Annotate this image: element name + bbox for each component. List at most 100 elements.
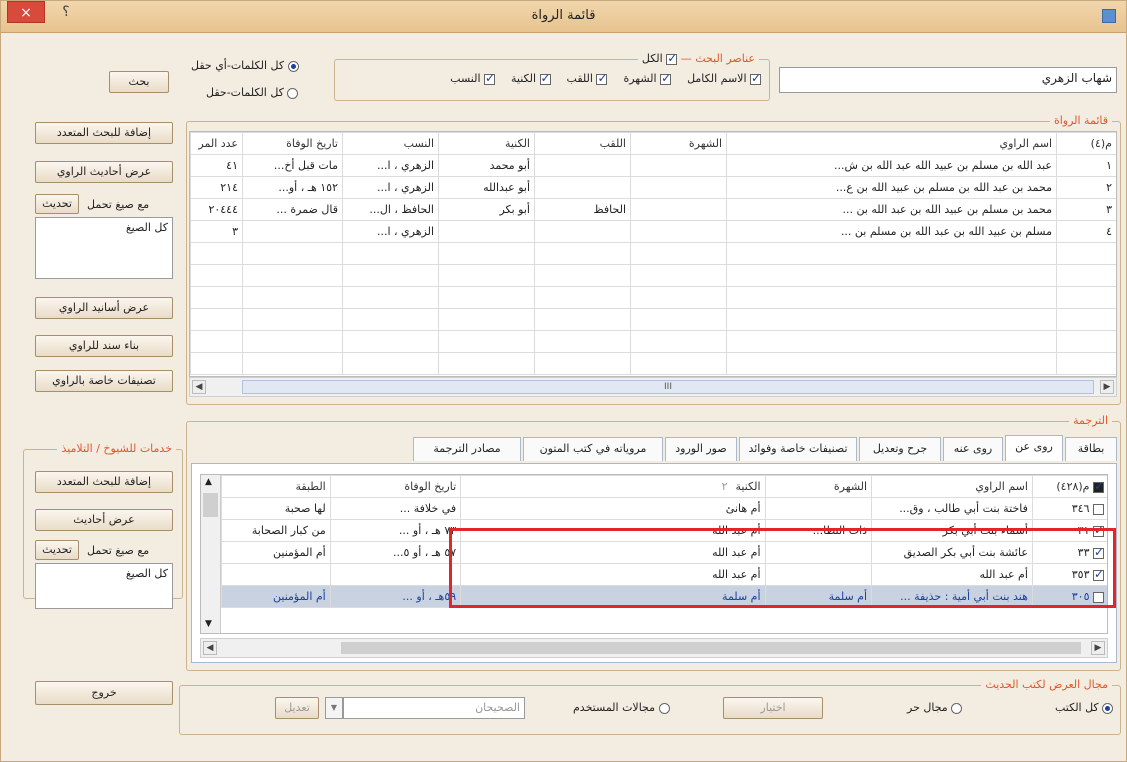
field-checkbox[interactable] [539,71,551,85]
field-option[interactable]: الاسم الكامل [687,71,761,86]
column-header[interactable]: اسم الراوي [871,475,1033,498]
chevron-down-icon[interactable]: ▼ [325,697,343,719]
table-cell [1056,242,1116,265]
search-input[interactable]: شهاب الزهري [779,67,1117,93]
radio-all-books[interactable] [1102,702,1114,714]
table-cell [1056,330,1116,353]
choose-button[interactable]: اختيار [723,697,823,719]
tab-item[interactable]: جرح وتعديل [859,437,941,461]
scroll-up-icon[interactable]: ▲ [205,477,212,487]
field-checkbox[interactable] [484,71,495,85]
column-header[interactable]: الشهرة [630,132,727,155]
table-cell [726,264,1057,287]
field-checkbox[interactable] [660,71,671,85]
user-ranges-option[interactable]: مجالات المستخدم [573,701,670,714]
row-checkbox[interactable] [1093,503,1104,515]
table-row[interactable]: ٢ محمد بن عبد الله بن مسلم بن عبيد الله ب… [190,176,1116,199]
search-button[interactable]: بحث [109,71,169,93]
table-row[interactable]: ٤ مسلم بن عبيد الله بن عبد الله بن مسلم ب… [190,220,1116,243]
add-to-multi-search-button-2[interactable]: إضافة للبحث المتعدد [35,471,173,493]
column-header[interactable]: الكنية ٢ [460,475,766,498]
tr-scroll-thumb[interactable] [341,642,1081,654]
table-row[interactable]: ٣ محمد بن مسلم بن عبيد الله بن عبد الله ب… [190,198,1116,221]
select-all-checkbox[interactable] [1093,479,1104,493]
show-hadith-button[interactable]: عرض أحاديث [35,509,173,531]
field-option[interactable]: النسب [450,71,495,86]
search-elements-group: عناصر البحث — الكل الاسم الكامل الشهرة ا… [334,51,770,101]
radio-mode-field[interactable] [287,87,299,99]
tr-scroll-right-icon[interactable]: ▶ [1091,641,1105,655]
column-header[interactable]: الكنية [438,132,535,155]
mode-field-label: كل الكلمات-حقل [206,86,284,99]
table-cell: ٧٣ هـ ، أو ... [329,519,462,542]
translation-vscroll[interactable]: ▲ ▼ [201,475,221,633]
window-title: قائمة الرواة [531,8,596,23]
column-header[interactable]: النسب [342,132,439,155]
formulas-list[interactable]: كل الصيغ [35,217,173,279]
show-narrator-chains-button[interactable]: عرض أسانيد الراوي [35,297,173,319]
all-checkbox[interactable] [666,51,677,65]
column-header[interactable]: الطبقة [221,475,331,498]
show-narrator-hadith-button[interactable]: عرض أحاديث الراوي [35,161,173,183]
edit-button[interactable]: تعديل [275,697,319,719]
narrators-hscroll[interactable]: ◀ III ▶ [189,377,1117,397]
formula-label-2: مع صيغ تحمل [87,544,150,557]
build-chain-button[interactable]: بناء سند للراوي [35,335,173,357]
column-header[interactable]: عدد المر [190,132,243,155]
table-cell: أم المؤمنين [221,541,331,564]
exit-button[interactable]: خروج [35,681,173,705]
radio-user-ranges[interactable] [658,702,670,714]
field-option[interactable]: الكنية [511,71,551,86]
tab-item[interactable]: تصنيفات خاصة وفوائد [739,437,857,461]
tab-item[interactable]: مصادر الترجمة [413,437,521,461]
update-button-2[interactable]: تحديث [35,540,79,560]
field-option[interactable]: اللقب [567,71,608,86]
table-row[interactable] [190,286,1116,309]
scroll-right-icon[interactable]: ▶ [1100,380,1114,394]
translation-hscroll[interactable]: ◀ ▶ [200,638,1108,658]
column-header[interactable]: م(٤) [1056,132,1116,155]
table-row[interactable] [190,330,1116,353]
scroll-down-icon[interactable]: ▼ [205,619,212,629]
narrator-classifications-button[interactable]: تصنيفات خاصة بالراوي [35,370,173,392]
scroll-thumb[interactable]: III [242,380,1094,394]
update-button[interactable]: تحديث [35,194,79,214]
field-checkbox[interactable] [750,71,761,85]
column-header[interactable]: اللقب [534,132,631,155]
free-range-option[interactable]: مجال حر [907,701,963,714]
vscroll-thumb[interactable] [203,493,218,517]
field-checkbox[interactable] [596,71,608,85]
table-row[interactable]: ١ عبد الله بن مسلم بن عبيد الله عبد الله … [190,154,1116,177]
tab-item[interactable]: روى عنه [943,437,1003,461]
table-cell [630,286,727,309]
all-books-option[interactable]: كل الكتب [1055,701,1114,714]
table-row[interactable] [190,352,1116,375]
table-row[interactable] [190,264,1116,287]
column-header[interactable]: اسم الراوي [726,132,1057,155]
row-check-cell[interactable]: ٣٤٦ [1031,497,1107,520]
column-header[interactable]: الشهرة [764,475,873,498]
field-option[interactable]: الشهرة [623,71,671,86]
tr-scroll-left-icon[interactable]: ◀ [203,641,217,655]
tab-item[interactable]: روى عن [1005,435,1063,461]
tab-item[interactable]: صور الورود [665,437,737,461]
table-row[interactable]: ٣٤٦ فاختة بنت أبي طالب ، وق... أم هانئ في خ… [221,497,1107,520]
user-range-select[interactable]: الصحيحان [343,697,525,719]
column-header[interactable]: تاريخ الوفاة [242,132,343,155]
radio-free-range[interactable] [951,702,963,714]
scroll-left-icon[interactable]: ◀ [192,380,206,394]
mode-any[interactable]: كل الكلمات-أي حقل [191,59,299,72]
add-to-multi-search-button[interactable]: إضافة للبحث المتعدد [35,122,173,144]
radio-mode-any[interactable] [287,60,299,72]
tab-item[interactable]: بطاقة [1065,437,1117,461]
formulas-list-2[interactable]: كل الصيغ [35,563,173,609]
tab-item[interactable]: مروياته في كتب المتون [523,437,663,461]
table-row[interactable] [190,308,1116,331]
column-header[interactable]: تاريخ الوفاة [329,475,462,498]
mode-field[interactable]: كل الكلمات-حقل [206,86,299,99]
table-cell [534,352,631,375]
table-row[interactable] [190,242,1116,265]
table-cell [438,330,535,353]
table-cell [726,286,1057,309]
column-header[interactable]: م(٤٢٨) [1031,475,1107,498]
